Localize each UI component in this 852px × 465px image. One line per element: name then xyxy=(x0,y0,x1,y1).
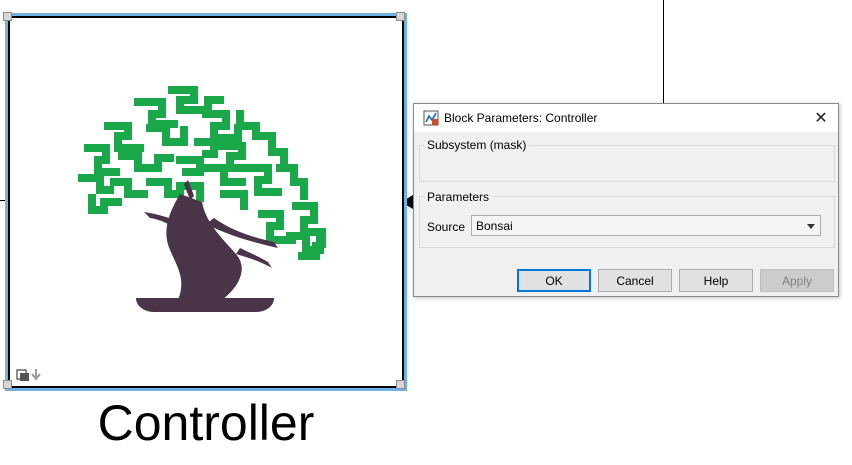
dialog-title: Block Parameters: Controller xyxy=(444,111,598,125)
chevron-down-icon xyxy=(807,224,815,229)
block-parameters-dialog: Block Parameters: Controller ✕ Subsystem… xyxy=(413,103,839,297)
apply-button[interactable]: Apply xyxy=(760,269,834,292)
signal-line-top[interactable] xyxy=(663,0,664,104)
resize-handle-top-right[interactable] xyxy=(396,12,405,21)
help-button[interactable]: Help xyxy=(679,269,753,292)
resize-handle-bottom-right[interactable] xyxy=(396,380,405,389)
source-dropdown-value: Bonsai xyxy=(476,219,513,233)
dialog-titlebar[interactable]: Block Parameters: Controller ✕ xyxy=(414,104,838,132)
close-button[interactable]: ✕ xyxy=(804,104,838,132)
resize-handle-top-left[interactable] xyxy=(3,12,12,21)
mask-indicator-icon xyxy=(16,369,41,381)
source-label: Source xyxy=(427,220,466,234)
bonsai-tree-icon xyxy=(78,86,326,312)
resize-handle-bottom-left[interactable] xyxy=(3,380,12,389)
block-name-label[interactable]: Controller xyxy=(8,398,404,448)
subsystem-mask-title: Subsystem (mask) xyxy=(424,138,530,152)
source-dropdown[interactable]: Bonsai xyxy=(471,215,821,236)
close-icon: ✕ xyxy=(814,110,828,127)
cancel-button[interactable]: Cancel xyxy=(598,269,672,292)
simulink-canvas: Controller Block Parameters: Controller … xyxy=(0,0,852,465)
controller-block[interactable] xyxy=(8,16,404,388)
parameters-group-title: Parameters xyxy=(424,190,493,204)
ok-button[interactable]: OK xyxy=(517,269,591,292)
simulink-app-icon xyxy=(423,110,439,126)
